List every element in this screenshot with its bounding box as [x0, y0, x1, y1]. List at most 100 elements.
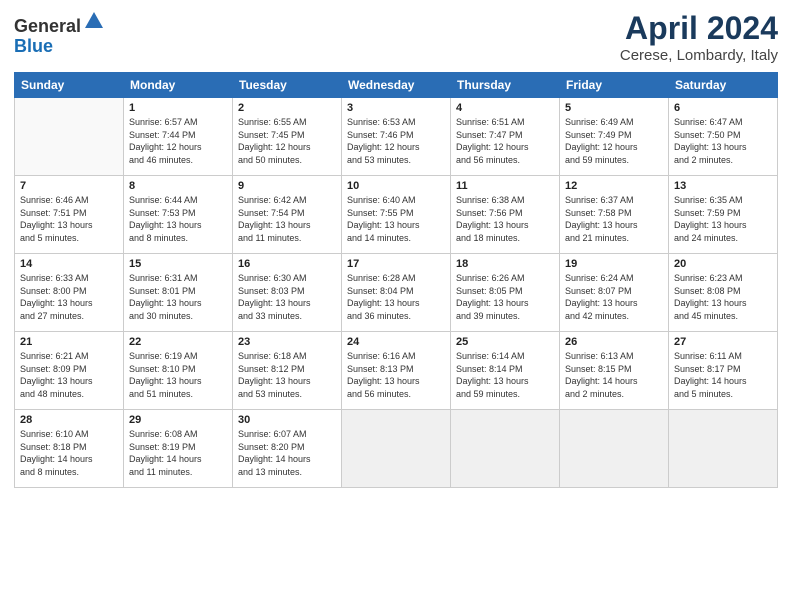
table-row: 25 Sunrise: 6:14 AM Sunset: 8:14 PM Dayli…: [451, 332, 560, 410]
table-row: 4 Sunrise: 6:51 AM Sunset: 7:47 PM Daylig…: [451, 98, 560, 176]
day-number: 6: [674, 102, 772, 114]
table-row: 23 Sunrise: 6:18 AM Sunset: 8:12 PM Dayli…: [233, 332, 342, 410]
day-info: Sunrise: 6:16 AM Sunset: 8:13 PM Dayligh…: [347, 350, 445, 400]
day-info: Sunrise: 6:57 AM Sunset: 7:44 PM Dayligh…: [129, 116, 227, 166]
table-row: 24Sunrise: 6:16 AM Sunset: 8:13 PM Dayli…: [342, 332, 451, 410]
day-number: 19: [565, 258, 663, 270]
day-number: 16: [238, 258, 336, 270]
table-row: [451, 410, 560, 488]
table-row: 14Sunrise: 6:33 AM Sunset: 8:00 PM Dayli…: [15, 254, 124, 332]
table-row: [342, 410, 451, 488]
day-number: 27: [674, 336, 772, 348]
day-number: 18: [456, 258, 554, 270]
month-title: April 2024: [620, 10, 778, 47]
day-number: 29: [129, 414, 227, 426]
day-info: Sunrise: 6:13 AM Sunset: 8:15 PM Dayligh…: [565, 350, 663, 400]
table-row: 27 Sunrise: 6:11 AM Sunset: 8:17 PM Dayli…: [669, 332, 778, 410]
table-row: 3Sunrise: 6:53 AM Sunset: 7:46 PM Daylig…: [342, 98, 451, 176]
table-row: [669, 410, 778, 488]
day-info: Sunrise: 6:14 AM Sunset: 8:14 PM Dayligh…: [456, 350, 554, 400]
header-sunday: Sunday: [15, 73, 124, 98]
table-row: 28 Sunrise: 6:10 AM Sunset: 8:18 PM Dayli…: [15, 410, 124, 488]
location-title: Cerese, Lombardy, Italy: [620, 47, 778, 64]
header-friday: Friday: [560, 73, 669, 98]
day-number: 12: [565, 180, 663, 192]
calendar-table: Sunday Monday Tuesday Wednesday Thursday…: [14, 72, 778, 488]
day-info: Sunrise: 6:42 AM Sunset: 7:54 PM Dayligh…: [238, 194, 336, 244]
day-number: 15: [129, 258, 227, 270]
day-info: Sunrise: 6:08 AM Sunset: 8:19 PM Dayligh…: [129, 428, 227, 478]
day-info: Sunrise: 6:44 AM Sunset: 7:53 PM Dayligh…: [129, 194, 227, 244]
day-info: Sunrise: 6:53 AM Sunset: 7:46 PM Dayligh…: [347, 116, 445, 166]
day-info: Sunrise: 6:51 AM Sunset: 7:47 PM Dayligh…: [456, 116, 554, 166]
day-number: 23: [238, 336, 336, 348]
table-row: [15, 98, 124, 176]
header-thursday: Thursday: [451, 73, 560, 98]
day-info: Sunrise: 6:49 AM Sunset: 7:49 PM Dayligh…: [565, 116, 663, 166]
table-row: 18 Sunrise: 6:26 AM Sunset: 8:05 PM Dayli…: [451, 254, 560, 332]
day-info: Sunrise: 6:18 AM Sunset: 8:12 PM Dayligh…: [238, 350, 336, 400]
table-row: 15Sunrise: 6:31 AM Sunset: 8:01 PM Dayli…: [124, 254, 233, 332]
day-number: 2: [238, 102, 336, 114]
day-number: 30: [238, 414, 336, 426]
table-row: 22 Sunrise: 6:19 AM Sunset: 8:10 PM Dayli…: [124, 332, 233, 410]
calendar-week-row: 1Sunrise: 6:57 AM Sunset: 7:44 PM Daylig…: [15, 98, 778, 176]
day-number: 8: [129, 180, 227, 192]
day-info: Sunrise: 6:24 AM Sunset: 8:07 PM Dayligh…: [565, 272, 663, 322]
day-info: Sunrise: 6:40 AM Sunset: 7:55 PM Dayligh…: [347, 194, 445, 244]
day-info: Sunrise: 6:37 AM Sunset: 7:58 PM Dayligh…: [565, 194, 663, 244]
day-info: Sunrise: 6:07 AM Sunset: 8:20 PM Dayligh…: [238, 428, 336, 478]
day-number: 13: [674, 180, 772, 192]
day-info: Sunrise: 6:10 AM Sunset: 8:18 PM Dayligh…: [20, 428, 118, 478]
header-monday: Monday: [124, 73, 233, 98]
day-number: 10: [347, 180, 445, 192]
logo-icon: [83, 10, 105, 32]
table-row: 21Sunrise: 6:21 AM Sunset: 8:09 PM Dayli…: [15, 332, 124, 410]
day-number: 4: [456, 102, 554, 114]
day-number: 11: [456, 180, 554, 192]
table-row: 26 Sunrise: 6:13 AM Sunset: 8:15 PM Dayli…: [560, 332, 669, 410]
day-number: 21: [20, 336, 118, 348]
day-info: Sunrise: 6:46 AM Sunset: 7:51 PM Dayligh…: [20, 194, 118, 244]
table-row: 12 Sunrise: 6:37 AM Sunset: 7:58 PM Dayli…: [560, 176, 669, 254]
day-info: Sunrise: 6:19 AM Sunset: 8:10 PM Dayligh…: [129, 350, 227, 400]
table-row: 9 Sunrise: 6:42 AM Sunset: 7:54 PM Daylig…: [233, 176, 342, 254]
table-row: 29 Sunrise: 6:08 AM Sunset: 8:19 PM Dayli…: [124, 410, 233, 488]
table-row: 30 Sunrise: 6:07 AM Sunset: 8:20 PM Dayli…: [233, 410, 342, 488]
day-info: Sunrise: 6:35 AM Sunset: 7:59 PM Dayligh…: [674, 194, 772, 244]
calendar-week-row: 21Sunrise: 6:21 AM Sunset: 8:09 PM Dayli…: [15, 332, 778, 410]
table-row: 16 Sunrise: 6:30 AM Sunset: 8:03 PM Dayli…: [233, 254, 342, 332]
day-info: Sunrise: 6:26 AM Sunset: 8:05 PM Dayligh…: [456, 272, 554, 322]
day-number: 9: [238, 180, 336, 192]
table-row: 7 Sunrise: 6:46 AM Sunset: 7:51 PM Daylig…: [15, 176, 124, 254]
calendar-week-row: 28 Sunrise: 6:10 AM Sunset: 8:18 PM Dayli…: [15, 410, 778, 488]
day-number: 17: [347, 258, 445, 270]
logo: General Blue: [14, 10, 105, 57]
table-row: 1Sunrise: 6:57 AM Sunset: 7:44 PM Daylig…: [124, 98, 233, 176]
header-saturday: Saturday: [669, 73, 778, 98]
table-row: 6 Sunrise: 6:47 AM Sunset: 7:50 PM Daylig…: [669, 98, 778, 176]
day-number: 20: [674, 258, 772, 270]
day-info: Sunrise: 6:47 AM Sunset: 7:50 PM Dayligh…: [674, 116, 772, 166]
table-row: 5 Sunrise: 6:49 AM Sunset: 7:49 PM Daylig…: [560, 98, 669, 176]
day-info: Sunrise: 6:23 AM Sunset: 8:08 PM Dayligh…: [674, 272, 772, 322]
title-area: April 2024 Cerese, Lombardy, Italy: [620, 10, 778, 64]
table-row: 10 Sunrise: 6:40 AM Sunset: 7:55 PM Dayli…: [342, 176, 451, 254]
logo-blue: Blue: [14, 36, 53, 56]
table-row: 13 Sunrise: 6:35 AM Sunset: 7:59 PM Dayli…: [669, 176, 778, 254]
calendar-week-row: 14Sunrise: 6:33 AM Sunset: 8:00 PM Dayli…: [15, 254, 778, 332]
header-wednesday: Wednesday: [342, 73, 451, 98]
main-container: General Blue April 2024 Cerese, Lombardy…: [0, 0, 792, 498]
day-info: Sunrise: 6:30 AM Sunset: 8:03 PM Dayligh…: [238, 272, 336, 322]
table-row: 11Sunrise: 6:38 AM Sunset: 7:56 PM Dayli…: [451, 176, 560, 254]
day-number: 26: [565, 336, 663, 348]
day-number: 7: [20, 180, 118, 192]
day-info: Sunrise: 6:33 AM Sunset: 8:00 PM Dayligh…: [20, 272, 118, 322]
day-number: 22: [129, 336, 227, 348]
table-row: 20 Sunrise: 6:23 AM Sunset: 8:08 PM Dayli…: [669, 254, 778, 332]
day-number: 28: [20, 414, 118, 426]
day-info: Sunrise: 6:11 AM Sunset: 8:17 PM Dayligh…: [674, 350, 772, 400]
day-number: 5: [565, 102, 663, 114]
day-number: 25: [456, 336, 554, 348]
table-row: 19 Sunrise: 6:24 AM Sunset: 8:07 PM Dayli…: [560, 254, 669, 332]
